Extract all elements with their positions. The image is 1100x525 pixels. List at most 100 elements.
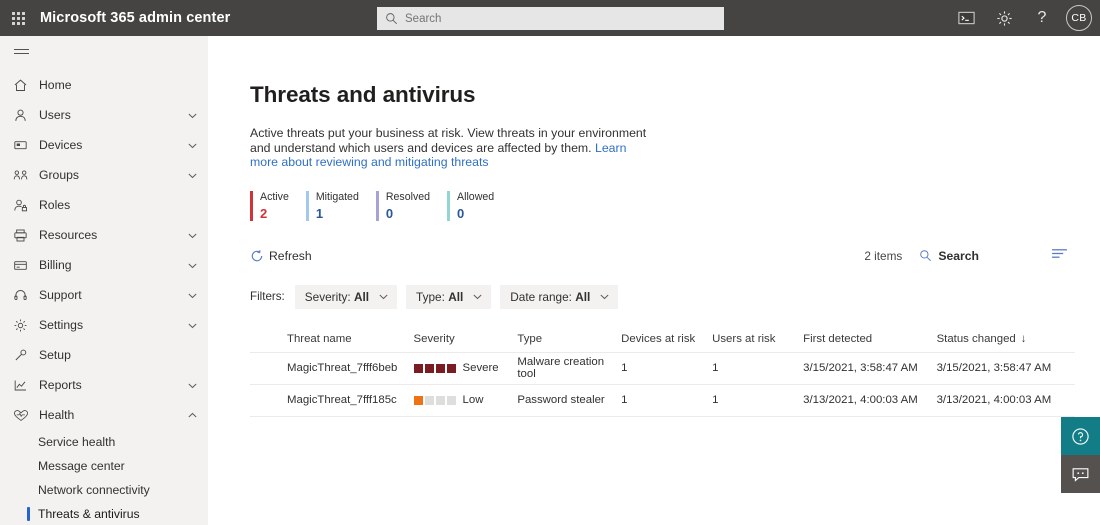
- groups-icon: [13, 168, 39, 183]
- chevron-down-icon[interactable]: [187, 380, 198, 391]
- console-icon[interactable]: [949, 0, 983, 36]
- gear-icon[interactable]: [987, 0, 1021, 36]
- cell-users-at-risk: 1: [712, 362, 719, 375]
- chevron-down-icon[interactable]: [187, 230, 198, 241]
- stat-label: Allowed: [457, 190, 495, 203]
- cell-devices-at-risk: 1: [621, 362, 628, 375]
- filter-date-range[interactable]: Date range: All: [500, 284, 619, 309]
- suite-actions: ? CB: [949, 0, 1092, 36]
- cell-first-detected: 3/15/2021, 3:58:47 AM: [803, 362, 918, 375]
- global-search-box[interactable]: [377, 7, 724, 30]
- table-search-button[interactable]: Search: [919, 249, 979, 263]
- stat-value: 2: [260, 205, 268, 221]
- app-launcher-icon[interactable]: [0, 0, 36, 36]
- sidebar-item-users[interactable]: Users: [0, 100, 208, 130]
- chevron-up-icon[interactable]: [187, 410, 198, 421]
- chevron-down-icon[interactable]: [187, 320, 198, 331]
- column-header-users-at-risk[interactable]: Users at risk: [712, 333, 803, 345]
- table-header-row: Threat name Severity Type Devices at ris…: [250, 327, 1075, 353]
- cell-severity: Low: [413, 394, 518, 406]
- stat-label: Resolved: [385, 190, 431, 203]
- support-icon: [13, 288, 39, 303]
- stat-color-bar: [250, 190, 253, 221]
- sidebar-item-label: Resources: [39, 228, 98, 242]
- sidebar-item-devices[interactable]: Devices: [0, 130, 208, 160]
- list-options-icon[interactable]: [1051, 247, 1068, 265]
- filter-date-range-name: Date range:: [510, 289, 572, 304]
- sidebar-item-health[interactable]: Health: [0, 400, 208, 430]
- table-search-label: Search: [938, 248, 979, 263]
- filter-severity[interactable]: Severity: All: [294, 284, 398, 309]
- stat-value: 0: [457, 205, 465, 221]
- sidebar-item-settings[interactable]: Settings: [0, 310, 208, 340]
- sidebar-item-reports[interactable]: Reports: [0, 370, 208, 400]
- stat-allowed[interactable]: Allowed 0: [447, 190, 511, 221]
- page-description-text: Active threats put your business at risk…: [250, 126, 647, 155]
- stat-color-bar: [447, 190, 451, 221]
- chevron-down-icon[interactable]: [187, 110, 198, 121]
- sidebar-item-label: Home: [39, 78, 72, 92]
- billing-icon: [13, 258, 39, 273]
- stat-active[interactable]: Active 2: [250, 190, 306, 221]
- sidebar-item-threats-antivirus[interactable]: Threats & antivirus: [0, 502, 208, 525]
- sidebar-item-network-connectivity[interactable]: Network connectivity: [0, 478, 208, 502]
- page-description: Active threats put your business at risk…: [250, 126, 655, 170]
- table-row[interactable]: MagicThreat_7fff185c Low Password steale…: [250, 385, 1075, 417]
- column-header-type[interactable]: Type: [517, 333, 621, 345]
- sidebar-item-home[interactable]: Home: [0, 70, 208, 100]
- sidebar-item-label: Users: [39, 108, 71, 122]
- column-header-status-changed[interactable]: Status changed ↓: [937, 333, 1075, 345]
- sidebar-item-billing[interactable]: Billing: [0, 250, 208, 280]
- search-icon: [920, 250, 932, 262]
- command-bar-right: 2 items Search: [864, 247, 1068, 265]
- setup-wrench-icon: [13, 348, 39, 363]
- chevron-down-icon[interactable]: [187, 140, 198, 151]
- sidebar-sub-label: Threats & antivirus: [38, 507, 140, 521]
- help-circle-icon: [1072, 427, 1089, 445]
- feedback-chat-icon: [1072, 467, 1089, 482]
- user-icon: [13, 108, 39, 123]
- avatar[interactable]: CB: [1066, 5, 1092, 31]
- refresh-button[interactable]: Refresh: [250, 249, 312, 263]
- sidebar-item-service-health[interactable]: Service health: [0, 430, 208, 454]
- chevron-down-icon: [378, 291, 389, 302]
- sidebar-item-label: Settings: [39, 318, 84, 332]
- stat-value: 1: [315, 205, 324, 221]
- chevron-down-icon[interactable]: [187, 170, 198, 181]
- column-header-threat-name[interactable]: Threat name: [250, 333, 414, 345]
- stat-mitigated[interactable]: Mitigated 1: [305, 190, 376, 221]
- stat-resolved[interactable]: Resolved 0: [375, 190, 447, 221]
- sort-descending-icon: ↓: [1020, 333, 1027, 346]
- severity-meter: [413, 395, 456, 405]
- cell-users-at-risk: 1: [712, 394, 719, 407]
- table-row[interactable]: MagicThreat_7fff6beb Severe Malware crea…: [250, 353, 1075, 385]
- chevron-down-icon: [472, 291, 483, 302]
- resources-icon: [13, 228, 39, 243]
- sidebar-item-label: Devices: [39, 138, 83, 152]
- column-header-severity[interactable]: Severity: [414, 333, 518, 345]
- sidebar-item-resources[interactable]: Resources: [0, 220, 208, 250]
- sidebar-item-message-center[interactable]: Message center: [0, 454, 208, 478]
- cell-threat-name: MagicThreat_7fff185c: [287, 394, 397, 407]
- sidebar-item-groups[interactable]: Groups: [0, 160, 208, 190]
- global-search-input[interactable]: [405, 9, 685, 28]
- settings-gear-icon: [13, 318, 39, 333]
- sidebar-item-roles[interactable]: Roles: [0, 190, 208, 220]
- sidebar-item-support[interactable]: Support: [0, 280, 208, 310]
- hamburger-menu-icon[interactable]: [0, 36, 208, 70]
- sidebar-item-setup[interactable]: Setup: [0, 340, 208, 370]
- column-header-first-detected[interactable]: First detected: [803, 333, 936, 345]
- home-icon: [13, 78, 39, 93]
- chevron-down-icon[interactable]: [187, 290, 198, 301]
- stat-color-bar: [305, 190, 309, 221]
- sidebar-item-label: Setup: [39, 348, 71, 362]
- cell-status-changed: 3/15/2021, 3:58:47 AM: [936, 362, 1052, 375]
- filter-type[interactable]: Type: All: [406, 284, 492, 309]
- feedback-button[interactable]: [1061, 455, 1100, 493]
- help-icon[interactable]: ?: [1025, 0, 1059, 36]
- column-header-devices-at-risk[interactable]: Devices at risk: [621, 333, 712, 345]
- filter-severity-name: Severity:: [304, 289, 351, 304]
- command-bar: Refresh 2 items Search: [250, 241, 1068, 271]
- help-button[interactable]: [1061, 417, 1100, 455]
- chevron-down-icon[interactable]: [187, 260, 198, 271]
